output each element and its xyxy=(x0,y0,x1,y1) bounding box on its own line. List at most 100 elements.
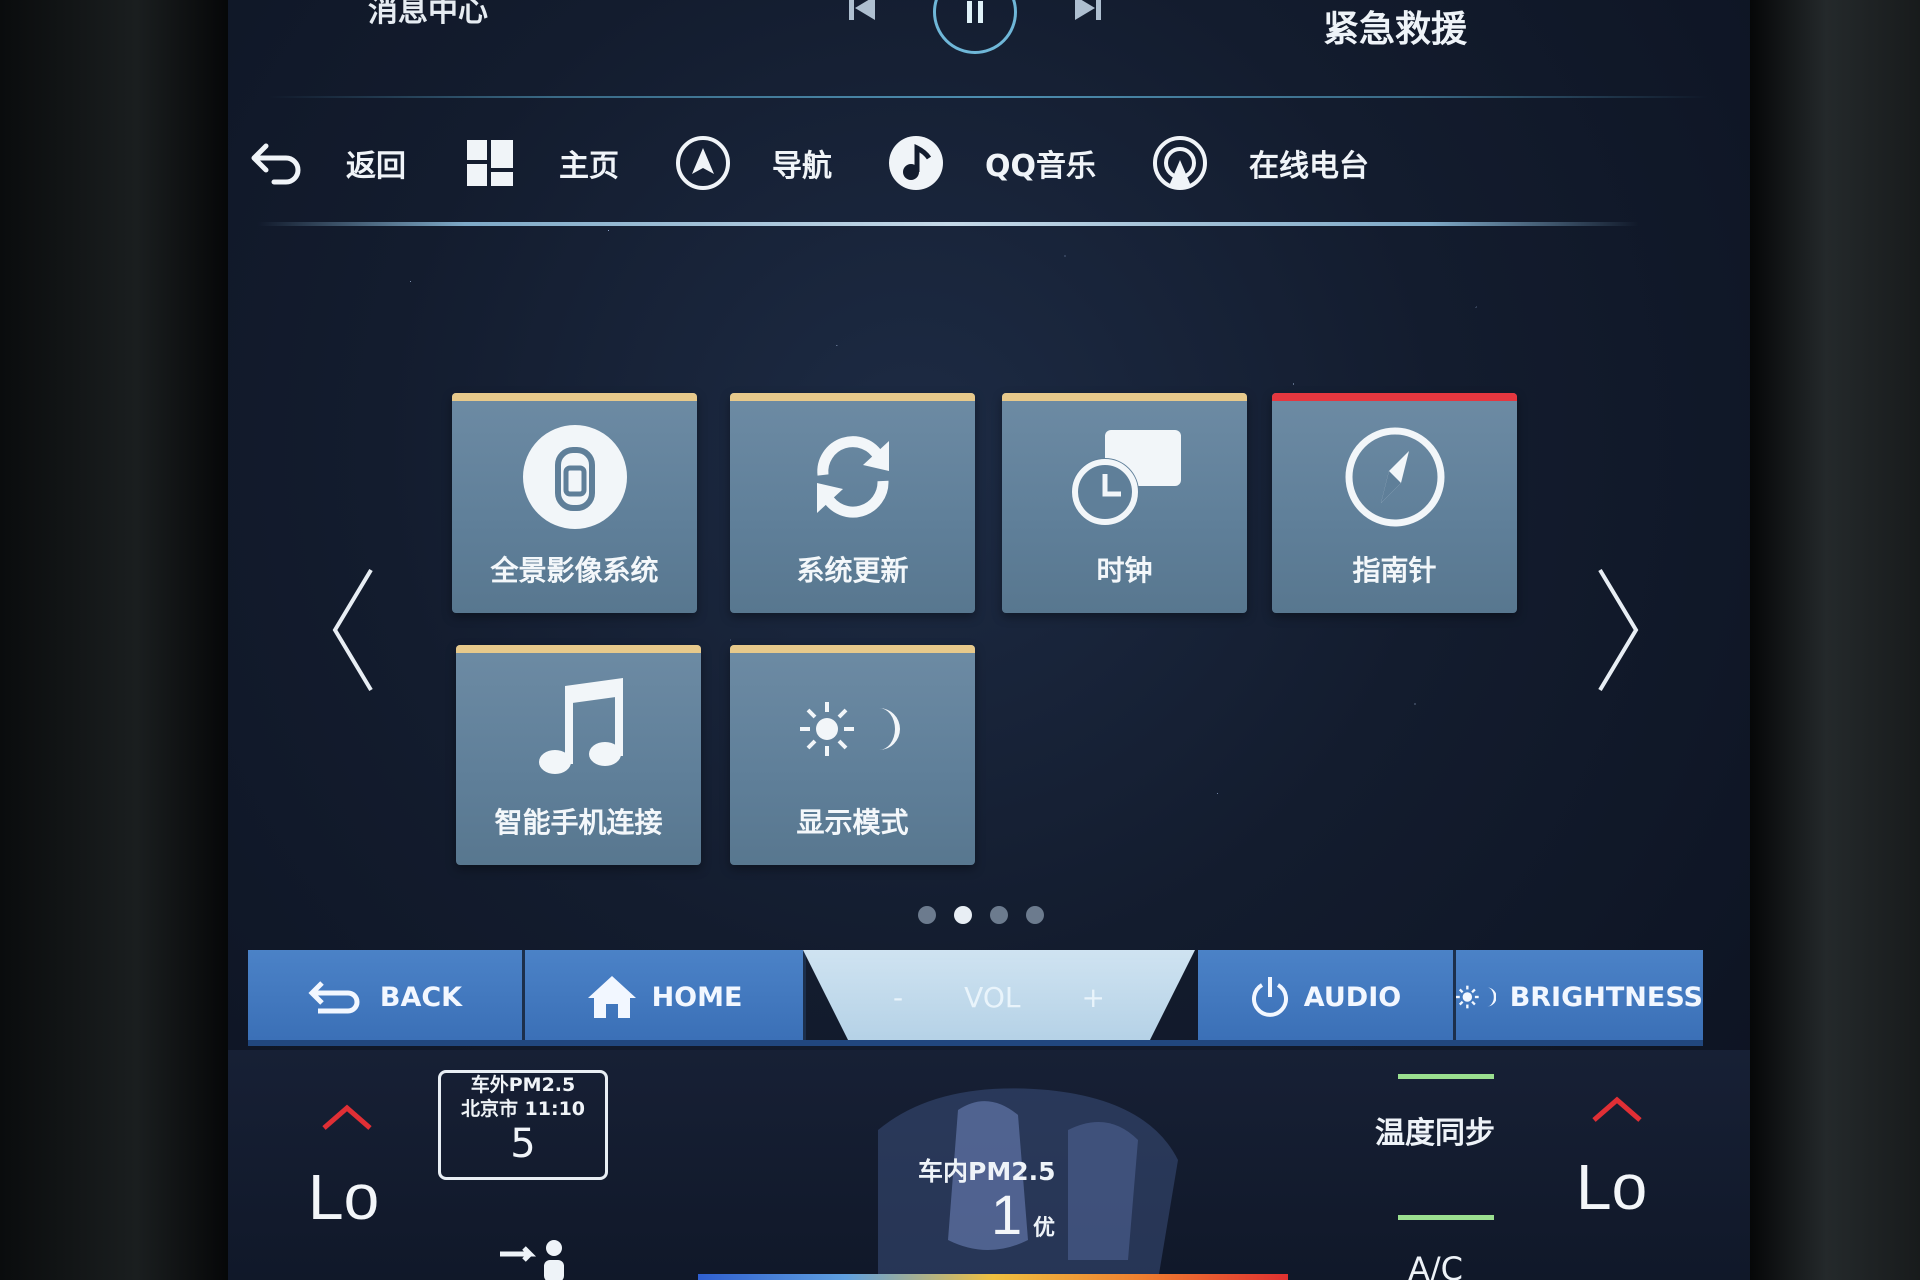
tile-accent xyxy=(1272,393,1517,401)
sun-moon-icon xyxy=(730,671,975,786)
back-softkey-label: BACK xyxy=(379,981,463,1013)
inside-pm25-value: 1 xyxy=(991,1183,1023,1246)
temperature-sync-button[interactable]: 温度同步 xyxy=(1375,1108,1495,1152)
page-dot[interactable] xyxy=(918,906,936,924)
back-arrow-icon xyxy=(248,134,306,192)
skip-next-icon[interactable] xyxy=(1067,0,1107,36)
tile-accent xyxy=(1002,393,1247,401)
ac-button[interactable]: A/C xyxy=(1408,1250,1463,1280)
audio-softkey[interactable]: AUDIO xyxy=(1198,950,1456,1044)
quicknav-online-radio[interactable]: 在线电台 xyxy=(1151,134,1369,192)
app-tile-surround-view[interactable]: 全景影像系统 xyxy=(452,393,697,613)
back-arrow-icon xyxy=(308,981,360,1014)
app-label: 时钟 xyxy=(1096,554,1153,587)
outside-pm25-card: 车外PM2.5 北京市 11:10 5 xyxy=(438,1070,608,1180)
qq-music-icon xyxy=(887,134,945,192)
power-icon xyxy=(1251,977,1288,1017)
volume-control: - VOL + xyxy=(803,950,1195,1044)
message-center-button[interactable]: 消息中心 xyxy=(368,0,488,30)
media-controls xyxy=(843,0,1107,54)
climate-panel: Lo 车外PM2.5 北京市 11:10 5 车内PM2.5 1 优 温度同步 … xyxy=(228,1050,1750,1280)
pause-button[interactable] xyxy=(933,0,1017,54)
quicknav-online-radio-label: 在线电台 xyxy=(1249,149,1370,184)
temperature-gradient-bar xyxy=(698,1274,1288,1280)
page-prev-arrow[interactable] xyxy=(323,560,383,700)
quicknav-back-label: 返回 xyxy=(346,149,406,184)
surround-view-icon xyxy=(452,419,697,534)
app-label: 智能手机连接 xyxy=(494,806,663,839)
app-tile-display-mode[interactable]: 显示模式 xyxy=(730,645,975,865)
app-tile-system-update[interactable]: 系统更新 xyxy=(730,393,975,613)
top-divider xyxy=(268,96,1708,98)
tile-accent xyxy=(452,393,697,401)
softkey-underline xyxy=(248,1040,1703,1046)
outside-pm25-label: 车外PM2.5 xyxy=(470,1074,576,1096)
nav-divider xyxy=(258,222,1638,226)
clock-icon xyxy=(1002,419,1247,534)
page-dot-active[interactable] xyxy=(954,906,972,924)
audio-softkey-label: AUDIO xyxy=(1303,981,1402,1013)
right-temperature: Lo xyxy=(1576,1151,1648,1223)
left-temp-up-button[interactable] xyxy=(320,1102,374,1136)
sync-indicator-top xyxy=(1398,1074,1494,1079)
navigation-icon xyxy=(674,134,732,192)
top-strip: 消息中心 紧急救援 xyxy=(228,0,1750,95)
quick-nav-bar: 返回 主页 导航 QQ音乐 在线电台 xyxy=(248,128,1424,198)
tile-accent xyxy=(730,645,975,653)
quicknav-navigation[interactable]: 导航 xyxy=(674,134,832,192)
music-note-icon xyxy=(456,671,701,786)
chevron-up-icon xyxy=(322,1104,372,1130)
chevron-up-icon xyxy=(1592,1096,1642,1122)
home-grid-icon xyxy=(461,134,519,192)
app-tile-clock[interactable]: 时钟 xyxy=(1002,393,1247,613)
inside-pm25-label: 车内PM2.5 xyxy=(918,1157,1056,1186)
pause-icon xyxy=(967,1,983,23)
left-temperature: Lo xyxy=(308,1161,380,1233)
app-tile-smartphone-link[interactable]: 智能手机连接 xyxy=(456,645,701,865)
softkey-bar: BACK HOME - VOL + AUDIO BRIGHTNESS xyxy=(248,950,1703,1046)
refresh-icon xyxy=(730,419,975,534)
sync-indicator-bottom xyxy=(1398,1215,1494,1220)
house-icon xyxy=(587,976,636,1018)
app-tile-compass[interactable]: 指南针 xyxy=(1272,393,1517,613)
compass-icon xyxy=(1272,419,1517,534)
right-temp-up-button[interactable] xyxy=(1590,1094,1644,1128)
quicknav-home[interactable]: 主页 xyxy=(461,134,619,192)
airflow-mode-icon[interactable] xyxy=(496,1238,576,1280)
sun-moon-icon xyxy=(1456,985,1496,1009)
page-next-arrow[interactable] xyxy=(1588,560,1648,700)
app-label: 显示模式 xyxy=(796,806,909,839)
outside-pm25-value: 5 xyxy=(510,1121,536,1167)
skip-previous-icon[interactable] xyxy=(843,0,883,36)
volume-down-button[interactable]: - xyxy=(893,981,903,1014)
page-indicator xyxy=(918,906,1044,924)
quicknav-qq-music-label: QQ音乐 xyxy=(985,149,1097,184)
emergency-rescue-button[interactable]: 紧急救援 xyxy=(1323,0,1467,52)
quicknav-navigation-label: 导航 xyxy=(772,149,832,184)
home-softkey-label: HOME xyxy=(651,981,743,1013)
home-softkey[interactable]: HOME xyxy=(525,950,806,1044)
infotainment-screen: 消息中心 紧急救援 返回 主页 导航 QQ音乐 在线电台 全景影像系统 系统更新… xyxy=(228,0,1750,1280)
left-bezel xyxy=(0,0,228,1280)
volume-up-button[interactable]: + xyxy=(1082,981,1105,1014)
quicknav-back[interactable]: 返回 xyxy=(248,134,406,192)
outside-pm25-city-time: 北京市 11:10 xyxy=(460,1098,586,1120)
quicknav-home-label: 主页 xyxy=(559,149,619,184)
message-center-label: 消息中心 xyxy=(368,0,488,29)
online-radio-icon xyxy=(1151,134,1209,192)
page-dot[interactable] xyxy=(990,906,1008,924)
inside-pm25-grade: 优 xyxy=(1033,1216,1056,1241)
brightness-softkey[interactable]: BRIGHTNESS xyxy=(1456,950,1703,1044)
emergency-rescue-label: 紧急救援 xyxy=(1323,9,1468,50)
app-label: 系统更新 xyxy=(796,554,909,587)
back-softkey[interactable]: BACK xyxy=(248,950,525,1044)
tile-accent xyxy=(456,645,701,653)
volume-label: VOL xyxy=(964,980,1021,1014)
app-label: 指南针 xyxy=(1352,554,1437,587)
page-dot[interactable] xyxy=(1026,906,1044,924)
app-label: 全景影像系统 xyxy=(490,554,659,587)
right-bezel xyxy=(1750,0,1920,1280)
tile-accent xyxy=(730,393,975,401)
quicknav-qq-music[interactable]: QQ音乐 xyxy=(887,134,1096,192)
brightness-softkey-label: BRIGHTNESS xyxy=(1509,981,1703,1013)
